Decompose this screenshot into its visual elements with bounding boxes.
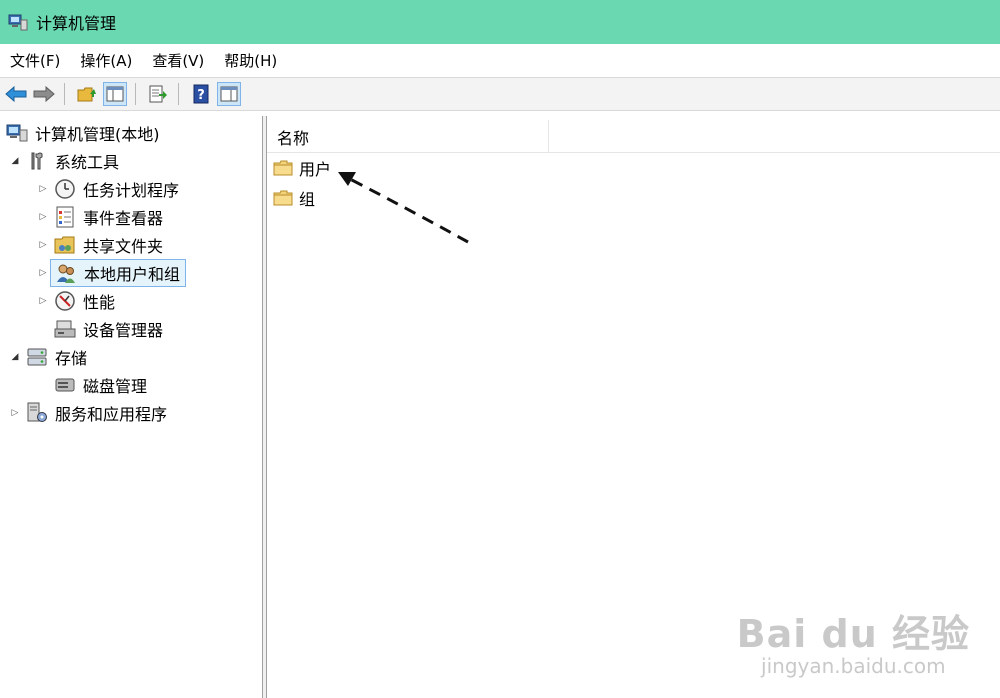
tree-node-local-users-groups[interactable]: ▷ 本地用户和组 bbox=[36, 259, 187, 287]
tree-node-task-scheduler[interactable]: ▷ 任务计划程序 bbox=[36, 176, 182, 202]
tree-node-root[interactable]: 计算机管理(本地) bbox=[2, 120, 163, 146]
computer-management-icon bbox=[8, 14, 28, 31]
column-header-name[interactable]: 名称 bbox=[277, 125, 309, 149]
list-item-label: 用户 bbox=[299, 160, 332, 179]
forward-button[interactable] bbox=[32, 82, 56, 106]
baidu-watermark: Bai du 经验 jingyan.baidu.com bbox=[737, 603, 970, 678]
export-list-button[interactable] bbox=[146, 82, 170, 106]
clock-icon bbox=[54, 178, 76, 200]
tree-node-event-viewer[interactable]: ▷ 事件查看器 bbox=[36, 204, 166, 230]
tree-label-services-apps: 服务和应用程序 bbox=[55, 405, 168, 424]
toolbar: ? bbox=[0, 77, 1000, 111]
tree-node-services-apps[interactable]: ▷ 服务和应用程序 bbox=[8, 400, 170, 426]
tree-label-task-scheduler: 任务计划程序 bbox=[83, 181, 180, 200]
watermark-brand: Bai du 经验 bbox=[736, 612, 970, 656]
tools-icon bbox=[26, 150, 48, 172]
show-hide-action-pane-icon bbox=[220, 86, 238, 102]
window-title: 计算机管理 bbox=[36, 14, 117, 33]
users-icon bbox=[55, 262, 77, 284]
tree-label-performance: 性能 bbox=[83, 293, 116, 312]
show-hide-action-pane-button[interactable] bbox=[217, 82, 241, 106]
menu-file[interactable]: 文件(F) bbox=[0, 50, 70, 71]
expand-triangle-icon[interactable]: ▷ bbox=[36, 294, 50, 308]
shared-folder-icon bbox=[54, 234, 76, 256]
export-list-icon bbox=[149, 85, 167, 103]
services-icon bbox=[26, 402, 48, 424]
tree-label-disk-management: 磁盘管理 bbox=[83, 377, 148, 396]
up-one-level-button[interactable] bbox=[75, 82, 99, 106]
selected-node-highlight: 本地用户和组 bbox=[50, 259, 187, 287]
list-item-groups[interactable]: 组 bbox=[273, 185, 315, 211]
show-hide-tree-icon bbox=[106, 86, 124, 102]
tree-node-performance[interactable]: ▷ 性能 bbox=[36, 288, 118, 314]
annotation-dashed-arrow bbox=[338, 172, 469, 244]
tree-label-shared-folders: 共享文件夹 bbox=[83, 237, 164, 256]
expand-triangle-icon[interactable]: ▷ bbox=[8, 406, 22, 420]
tree-node-storage[interactable]: ◢ 存储 bbox=[8, 344, 90, 370]
tree-label-device-manager: 设备管理器 bbox=[83, 321, 164, 340]
collapse-triangle-icon[interactable]: ◢ bbox=[8, 154, 22, 168]
menu-help[interactable]: 帮助(H) bbox=[214, 50, 287, 71]
expand-triangle-icon[interactable]: ▷ bbox=[36, 210, 50, 224]
collapse-triangle-icon[interactable]: ◢ bbox=[8, 350, 22, 364]
console-tree: 计算机管理(本地) ◢ 系统工具 ▷ 任务计划程序 ▷ 事件查看器 ▷ 共享文件… bbox=[0, 116, 263, 698]
toolbar-separator bbox=[64, 83, 65, 105]
disk-management-icon bbox=[54, 374, 76, 396]
tree-node-device-manager[interactable]: 设备管理器 bbox=[50, 316, 166, 342]
toolbar-separator bbox=[135, 83, 136, 105]
up-folder-icon bbox=[77, 87, 96, 102]
folder-icon bbox=[273, 190, 293, 206]
tree-label-root: 计算机管理(本地) bbox=[35, 125, 160, 144]
svg-text:?: ? bbox=[197, 88, 205, 103]
forward-arrow-icon bbox=[33, 86, 55, 102]
menu-view[interactable]: 查看(V) bbox=[142, 50, 214, 71]
menu-action[interactable]: 操作(A) bbox=[70, 50, 142, 71]
expand-triangle-icon[interactable]: ▷ bbox=[36, 266, 50, 280]
back-arrow-icon bbox=[5, 86, 27, 102]
list-item-label: 组 bbox=[299, 190, 316, 209]
storage-icon bbox=[26, 346, 48, 368]
tree-label-storage: 存储 bbox=[55, 349, 88, 368]
toolbar-separator bbox=[178, 83, 179, 105]
expand-triangle-icon[interactable]: ▷ bbox=[36, 238, 50, 252]
back-button[interactable] bbox=[4, 82, 28, 106]
performance-gauge-icon bbox=[54, 290, 76, 312]
tree-node-shared-folders[interactable]: ▷ 共享文件夹 bbox=[36, 232, 166, 258]
title-bar: 计算机管理 bbox=[0, 0, 1000, 44]
device-manager-icon bbox=[54, 318, 76, 340]
tree-label-local-users-groups: 本地用户和组 bbox=[84, 265, 181, 284]
folder-icon bbox=[273, 160, 293, 176]
column-header-row: 名称 bbox=[267, 116, 1000, 153]
computer-management-icon bbox=[6, 122, 28, 144]
menu-bar: 文件(F) 操作(A) 查看(V) 帮助(H) bbox=[0, 44, 1000, 76]
tree-node-disk-management[interactable]: 磁盘管理 bbox=[50, 372, 150, 398]
show-hide-console-tree-button[interactable] bbox=[103, 82, 127, 106]
tree-node-system-tools[interactable]: ◢ 系统工具 bbox=[8, 148, 122, 174]
event-viewer-icon bbox=[54, 206, 76, 228]
column-separator[interactable] bbox=[548, 120, 549, 152]
list-item-users[interactable]: 用户 bbox=[273, 155, 331, 181]
help-icon: ? bbox=[193, 84, 209, 104]
help-button[interactable]: ? bbox=[189, 82, 213, 106]
tree-label-system-tools: 系统工具 bbox=[55, 153, 120, 172]
tree-label-event-viewer: 事件查看器 bbox=[83, 209, 164, 228]
expand-triangle-icon[interactable]: ▷ bbox=[36, 182, 50, 196]
watermark-url: jingyan.baidu.com bbox=[761, 654, 946, 678]
